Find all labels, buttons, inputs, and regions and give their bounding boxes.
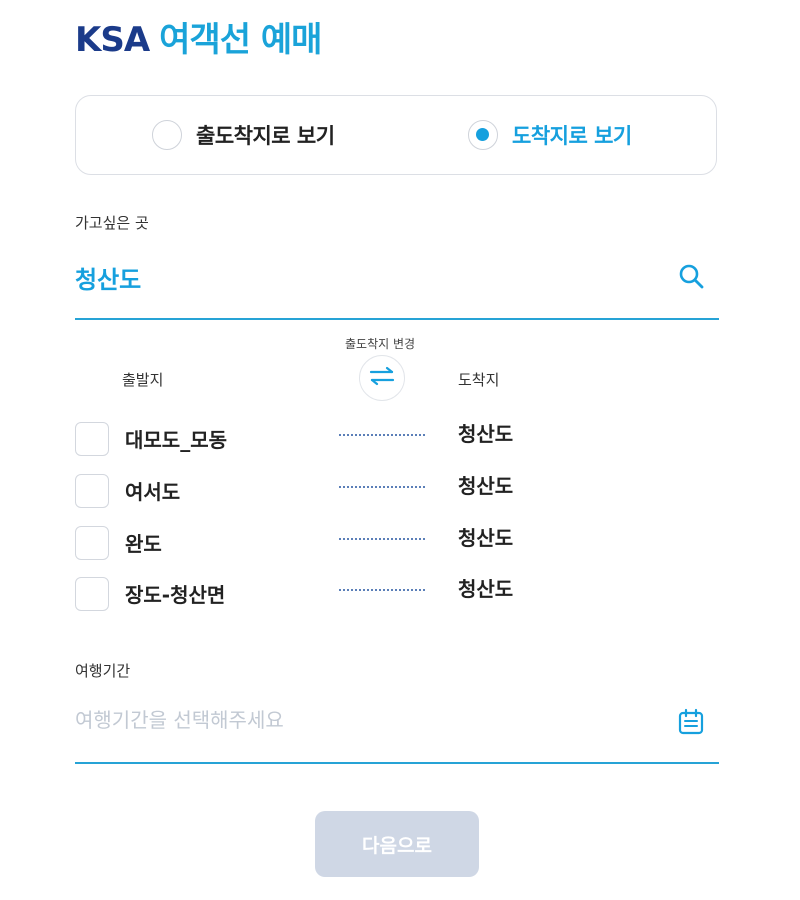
route-departure: 여서도 xyxy=(125,480,181,504)
route-arrival: 청산도 xyxy=(458,474,514,498)
radio-option-origin-destination[interactable]: 출도착지로 보기 xyxy=(152,118,335,152)
route-arrival: 청산도 xyxy=(458,526,514,550)
route-checkbox[interactable] xyxy=(75,474,109,508)
route-checkbox[interactable] xyxy=(75,422,109,456)
route-departure: 대모도_모동 xyxy=(125,428,227,452)
destination-field[interactable]: 청산도 xyxy=(75,248,719,320)
route-connector xyxy=(339,434,425,436)
route-departure: 완도 xyxy=(125,532,162,556)
radio-label: 출도착지로 보기 xyxy=(196,124,335,148)
route-connector xyxy=(339,589,425,591)
route-row: 대모도_모동 청산도 xyxy=(0,420,800,460)
page-title-text: 여객선 예매 xyxy=(159,20,322,60)
swap-label: 출도착지 변경 xyxy=(345,337,416,351)
radio-option-destination[interactable]: 도착지로 보기 xyxy=(468,118,632,152)
search-icon[interactable] xyxy=(677,262,705,290)
departure-column-header: 출발지 xyxy=(122,371,164,389)
destination-label: 가고싶은 곳 xyxy=(75,214,149,232)
route-row: 장도-청산면 청산도 xyxy=(0,575,800,615)
radio-unchecked[interactable] xyxy=(152,120,182,150)
travel-period-input[interactable] xyxy=(75,702,635,738)
page-title: KSA 여객선 예매 xyxy=(75,12,322,61)
swap-arrows-icon xyxy=(369,366,395,390)
route-departure: 장도-청산면 xyxy=(125,583,226,607)
next-button[interactable]: 다음으로 xyxy=(315,811,479,877)
route-arrival: 청산도 xyxy=(458,422,514,446)
radio-checked[interactable] xyxy=(468,120,498,150)
travel-period-label: 여행기간 xyxy=(75,662,131,680)
arrival-column-header: 도착지 xyxy=(458,371,500,389)
travel-period-field xyxy=(75,692,719,764)
route-row: 완도 청산도 xyxy=(0,524,800,564)
route-connector xyxy=(339,538,425,540)
route-row: 여서도 청산도 xyxy=(0,472,800,512)
route-checkbox[interactable] xyxy=(75,577,109,611)
calendar-icon[interactable] xyxy=(677,708,705,736)
route-checkbox[interactable] xyxy=(75,526,109,560)
radio-label: 도착지로 보기 xyxy=(512,124,632,148)
swap-button[interactable] xyxy=(359,355,405,401)
route-connector xyxy=(339,486,425,488)
view-mode-toggle: 출도착지로 보기 도착지로 보기 xyxy=(75,95,717,175)
route-arrival: 청산도 xyxy=(458,577,514,601)
brand-name: KSA xyxy=(75,20,150,60)
destination-value: 청산도 xyxy=(75,266,142,294)
